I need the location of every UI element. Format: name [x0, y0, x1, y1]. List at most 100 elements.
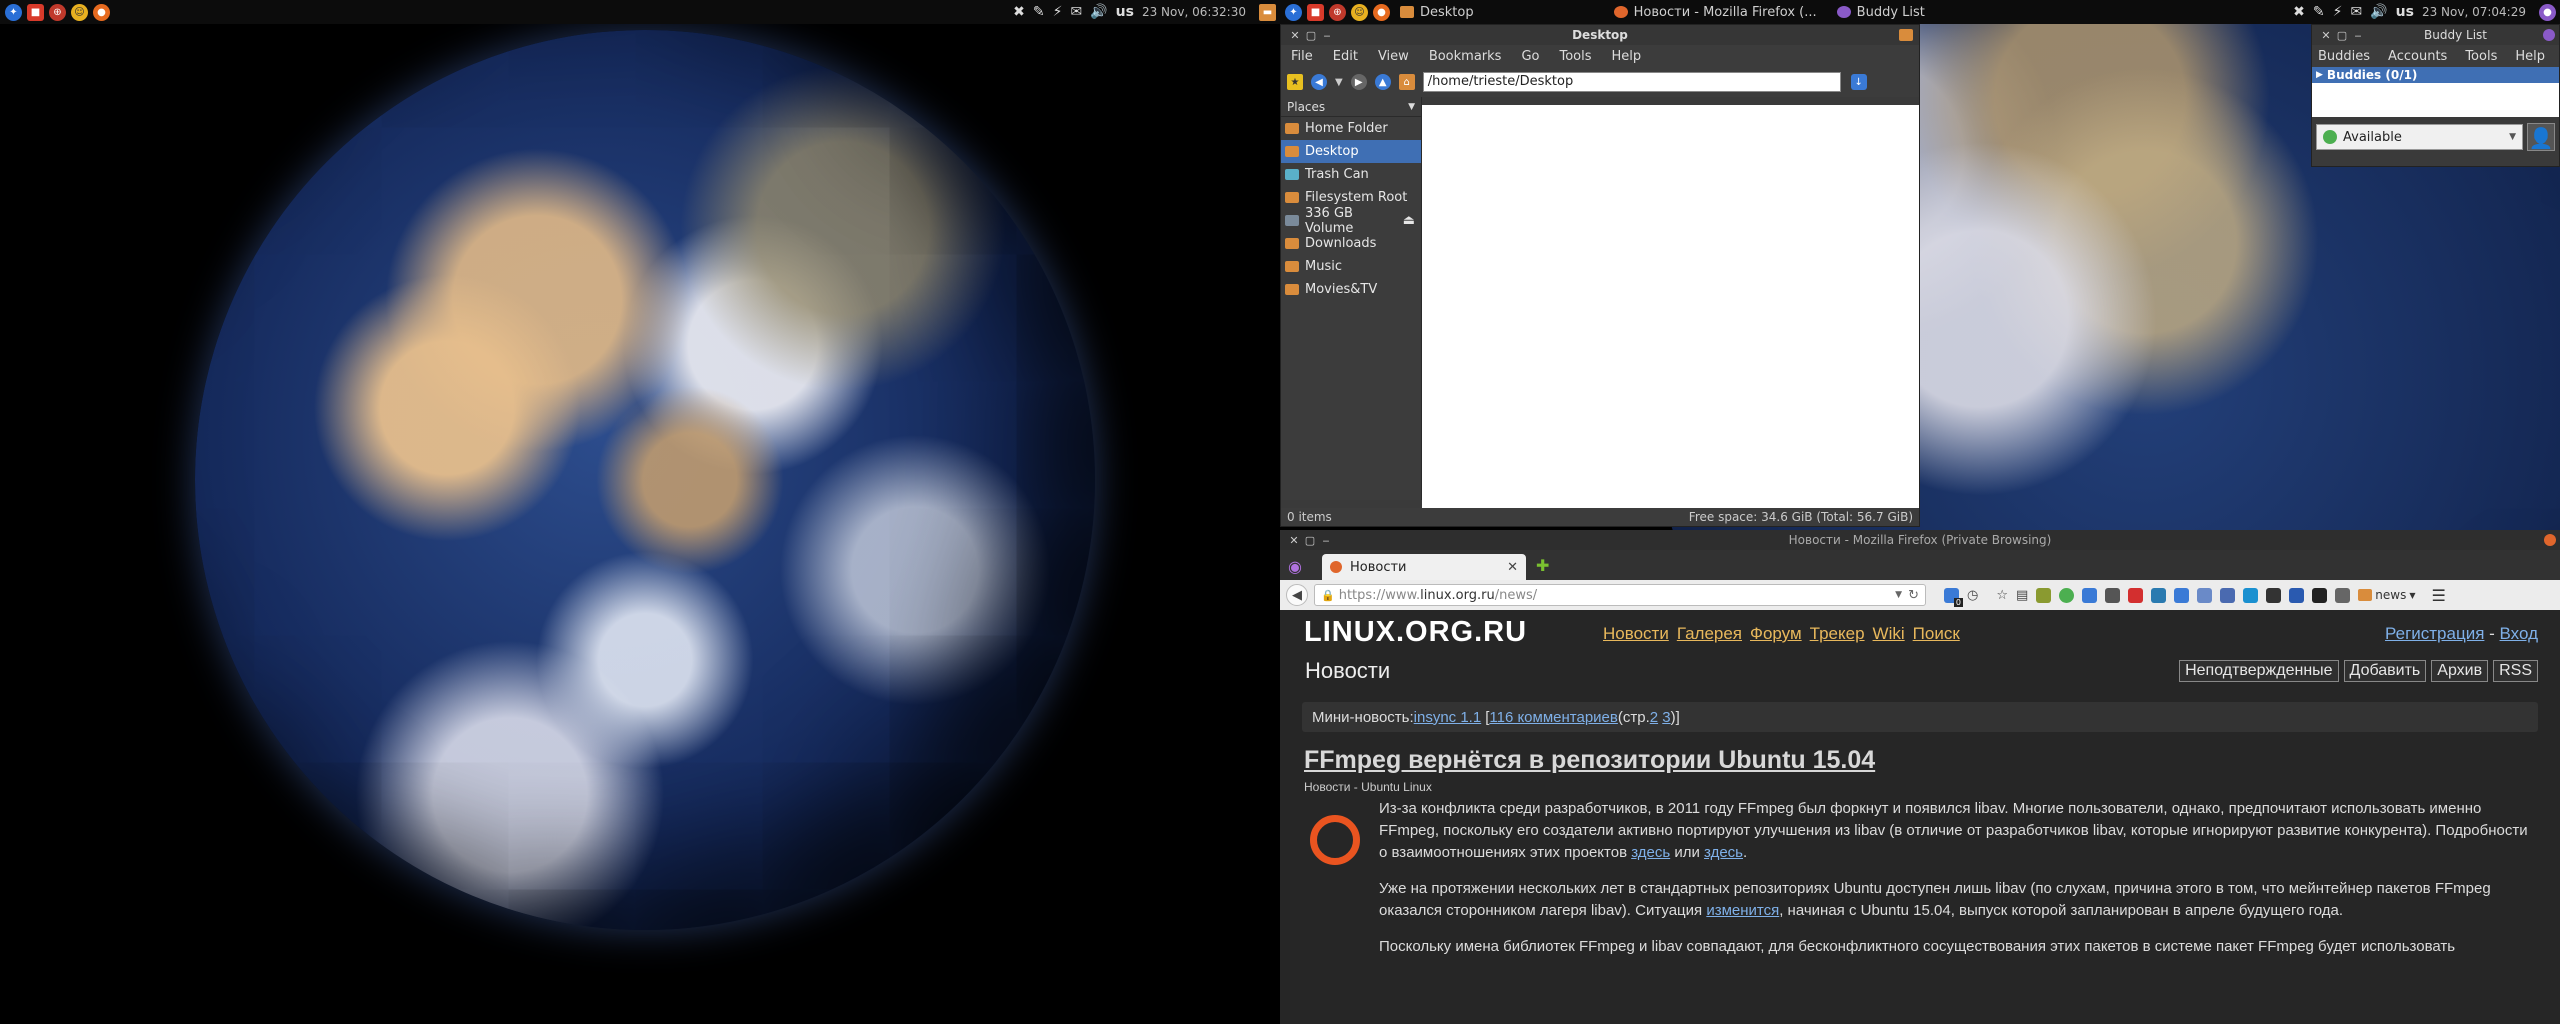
close-window-icon[interactable]: ✕ [1286, 534, 1302, 547]
minimize-window-icon[interactable]: ‒ [1319, 29, 1335, 42]
task-buddy-list[interactable]: Buddy List [1827, 0, 1935, 24]
app-menu-icon[interactable]: ✦ [1285, 3, 1302, 21]
addon-icon[interactable] [2151, 587, 2167, 603]
place-desktop[interactable]: Desktop [1281, 140, 1421, 163]
bookmarks-folder[interactable]: news ▼ [2358, 588, 2416, 602]
places-header[interactable]: Places ▼ [1281, 97, 1421, 117]
close-window-icon[interactable]: ✕ [2318, 29, 2334, 42]
nav-search[interactable]: Поиск [1913, 624, 1960, 644]
maximize-window-icon[interactable]: ▢ [1303, 29, 1319, 42]
buddy-group[interactable]: ▶ Buddies (0/1) [2312, 67, 2559, 83]
menu-file[interactable]: File [1291, 49, 1313, 64]
keyboard-layout[interactable]: us [1116, 4, 1134, 20]
eject-icon[interactable]: ⏏ [1403, 213, 1415, 228]
pen-icon[interactable]: ✎ [1033, 4, 1045, 20]
mini-news-link[interactable]: insync 1.1 [1414, 709, 1482, 726]
menu-bookmarks[interactable]: Bookmarks [1429, 49, 1502, 64]
volume-icon[interactable]: 🔊 [2370, 4, 2387, 20]
game-icon[interactable]: ⊕ [49, 3, 66, 21]
here-link-2[interactable]: здесь [1704, 844, 1743, 861]
maximize-window-icon[interactable]: ▢ [1302, 534, 1318, 547]
addon-icon[interactable] [2243, 587, 2259, 603]
pen-icon[interactable]: ✎ [2313, 4, 2325, 20]
page-3-link[interactable]: 3 [1662, 709, 1670, 726]
chevron-down-icon[interactable]: ▼ [1895, 590, 1902, 600]
media-icon[interactable]: ■ [1307, 3, 1324, 21]
clock[interactable]: 23 Nov, 06:32:30 [1142, 5, 1246, 19]
change-link[interactable]: изменится [1706, 902, 1779, 919]
files-icon[interactable]: ▬ [1259, 3, 1276, 21]
register-link[interactable]: Регистрация [2385, 624, 2484, 643]
place-volume[interactable]: 336 GB Volume ⏏ [1281, 206, 1421, 236]
nav-news[interactable]: Новости [1603, 624, 1669, 644]
upload-icon[interactable] [2174, 587, 2190, 603]
addon-icon[interactable] [2082, 587, 2098, 603]
hamburger-menu-icon[interactable]: ☰ [2432, 586, 2446, 605]
place-movies[interactable]: Movies&TV [1281, 278, 1421, 301]
menu-view[interactable]: View [1378, 49, 1409, 64]
up-icon[interactable]: ▲ [1374, 74, 1391, 90]
menu-accounts[interactable]: Accounts [2388, 49, 2447, 64]
add-button[interactable]: Добавить [2343, 660, 2427, 682]
history-icon[interactable]: ◷ [1967, 588, 1978, 603]
go-icon[interactable]: ↓ [1850, 74, 1867, 90]
addon-icon[interactable] [2312, 587, 2328, 603]
path-input[interactable]: /home/trieste/Desktop [1422, 72, 1841, 92]
smiley-icon[interactable]: ☺ [1351, 3, 1368, 21]
expander-icon[interactable]: ▶ [2316, 70, 2323, 80]
rss-button[interactable]: RSS [2493, 660, 2538, 682]
pidgin-icon[interactable]: ● [2539, 3, 2556, 21]
close-window-icon[interactable]: ✕ [1287, 29, 1303, 42]
mail-icon[interactable]: ✉ [1070, 4, 1082, 20]
youtube-icon[interactable] [2128, 587, 2144, 603]
clock[interactable]: 23 Nov, 07:04:29 [2422, 5, 2526, 19]
place-trash[interactable]: Trash Can [1281, 163, 1421, 186]
back-icon[interactable]: ◀ [1311, 74, 1327, 90]
addon-icon[interactable] [2197, 587, 2213, 603]
minimize-window-icon[interactable]: ‒ [2350, 29, 2366, 42]
addon-icon[interactable] [2059, 587, 2075, 603]
menu-go[interactable]: Go [1521, 49, 1539, 64]
reload-icon[interactable]: ↻ [1908, 588, 1919, 603]
menu-help[interactable]: Help [1612, 49, 1642, 64]
home-icon[interactable]: ⌂ [1398, 74, 1415, 90]
addon-icon[interactable] [2335, 587, 2351, 603]
close-icon[interactable]: ✖ [2293, 4, 2305, 20]
addon-icon[interactable] [2266, 587, 2282, 603]
mail-icon[interactable]: ✉ [2350, 4, 2362, 20]
history-dropdown-icon[interactable]: ▼ [1335, 77, 1343, 88]
task-desktop[interactable]: Desktop [1390, 0, 1484, 24]
volume-icon[interactable]: 🔊 [1090, 4, 1107, 20]
close-tab-icon[interactable]: ✕ [1507, 560, 1518, 575]
avatar[interactable]: 👤 [2527, 123, 2555, 151]
menu-help[interactable]: Help [2515, 49, 2545, 64]
maximize-window-icon[interactable]: ▢ [2334, 29, 2350, 42]
menu-tools[interactable]: Tools [2465, 49, 2497, 64]
game-icon[interactable]: ⊕ [1329, 3, 1346, 21]
url-bar[interactable]: 🔒 https://www. linux.org.ru/news/ ▼ ↻ [1314, 584, 1926, 606]
nav-forum[interactable]: Форум [1750, 624, 1802, 644]
tab-news[interactable]: Новости ✕ [1321, 554, 1526, 580]
addon-icon[interactable] [2220, 587, 2236, 603]
firefox-icon[interactable]: ● [93, 3, 110, 21]
app-menu-icon[interactable]: ✦ [5, 3, 22, 21]
nav-gallery[interactable]: Галерея [1677, 624, 1742, 644]
here-link-1[interactable]: здесь [1631, 844, 1670, 861]
extension-badge-icon[interactable]: 0 [1944, 587, 1963, 607]
page-2-link[interactable]: 2 [1650, 709, 1658, 726]
article-title[interactable]: FFmpeg вернётся в репозитории Ubuntu 15.… [1304, 746, 1875, 775]
place-home[interactable]: Home Folder [1281, 117, 1421, 140]
new-tab-icon[interactable]: ✚ [1536, 556, 1549, 575]
menu-buddies[interactable]: Buddies [2318, 49, 2370, 64]
network-icon[interactable]: ⚡ [1053, 4, 1063, 20]
media-icon[interactable]: ■ [27, 3, 44, 21]
menu-tools[interactable]: Tools [1559, 49, 1591, 64]
place-downloads[interactable]: Downloads [1281, 232, 1421, 255]
login-link[interactable]: Вход [2500, 624, 2538, 643]
nav-tracker[interactable]: Трекер [1810, 624, 1865, 644]
site-logo[interactable]: LINUX.ORG.RU [1304, 616, 1527, 649]
place-music[interactable]: Music [1281, 255, 1421, 278]
reading-list-icon[interactable]: ▤ [2016, 588, 2028, 603]
addon-icon[interactable] [2036, 587, 2052, 603]
new-tab-icon[interactable]: ★ [1287, 74, 1303, 90]
